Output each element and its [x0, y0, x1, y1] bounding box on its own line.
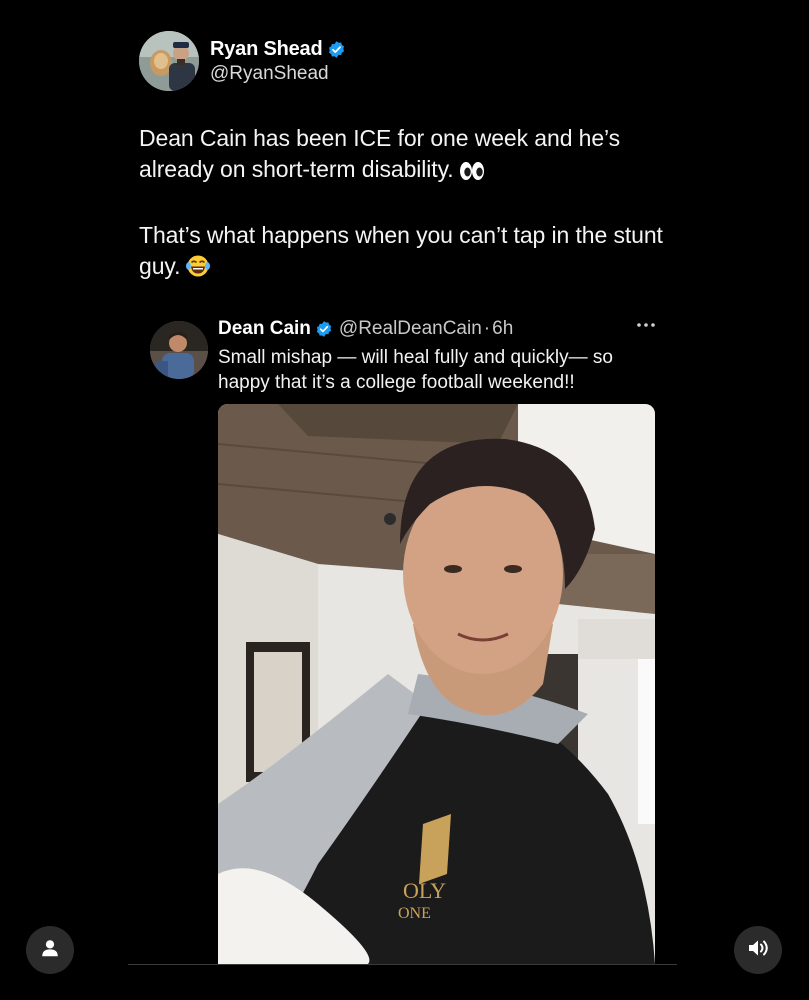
tweet-paragraph-2-text: That’s what happens when you can’t tap i… — [139, 222, 663, 279]
verified-badge-icon — [327, 40, 346, 59]
quoted-tweet-time[interactable]: 6h — [492, 318, 513, 340]
eyes-emoji-icon — [459, 158, 485, 189]
profile-button[interactable] — [26, 926, 74, 974]
quoted-tweet-photo[interactable]: OLY ONE — [218, 404, 655, 964]
tweet-author-row: Ryan Shead @RyanShead — [139, 30, 669, 92]
tweet-paragraph-2: That’s what happens when you can’t tap i… — [139, 220, 669, 286]
quoted-tweet-body: Dean Cain @RealDeanCain · 6h Small mishap … — [218, 317, 658, 395]
tweet: Ryan Shead @RyanShead Dean Cain has been… — [139, 30, 669, 286]
verified-badge-icon — [315, 320, 333, 338]
quoted-tweet[interactable]: Dean Cain @RealDeanCain · 6h Small mishap … — [150, 313, 670, 964]
tweet-paragraph-1: Dean Cain has been ICE for one week and … — [139, 123, 669, 189]
speaker-icon — [746, 936, 770, 965]
person-icon — [39, 937, 61, 964]
quoted-author-name[interactable]: Dean Cain — [218, 318, 311, 340]
shirt-text: OLY — [403, 878, 446, 903]
meta-separator: · — [483, 318, 491, 339]
quoted-tweet-meta: Dean Cain @RealDeanCain · 6h — [218, 317, 658, 341]
quoted-author-avatar[interactable] — [150, 321, 208, 379]
quoted-tweet-text: Small mishap — will heal fully and quick… — [218, 347, 613, 393]
quoted-tweet-header: Dean Cain @RealDeanCain · 6h Small mishap … — [150, 313, 670, 403]
tweet-paragraph-1-text: Dean Cain has been ICE for one week and … — [139, 125, 621, 182]
author-names: Ryan Shead @RyanShead — [210, 38, 346, 85]
laughing-tears-emoji-icon — [185, 254, 211, 286]
author-avatar[interactable] — [139, 31, 199, 91]
more-horizontal-icon[interactable] — [635, 318, 657, 332]
quoted-author-handle[interactable]: @RealDeanCain — [339, 318, 482, 340]
author-display-name[interactable]: Ryan Shead — [210, 38, 323, 61]
sound-toggle-button[interactable] — [734, 926, 782, 974]
author-handle[interactable]: @RyanShead — [210, 63, 346, 85]
tweet-text: Dean Cain has been ICE for one week and … — [139, 123, 669, 286]
bottom-divider — [128, 964, 677, 965]
author-name-line: Ryan Shead — [210, 38, 346, 61]
shirt-text-2: ONE — [398, 905, 431, 922]
